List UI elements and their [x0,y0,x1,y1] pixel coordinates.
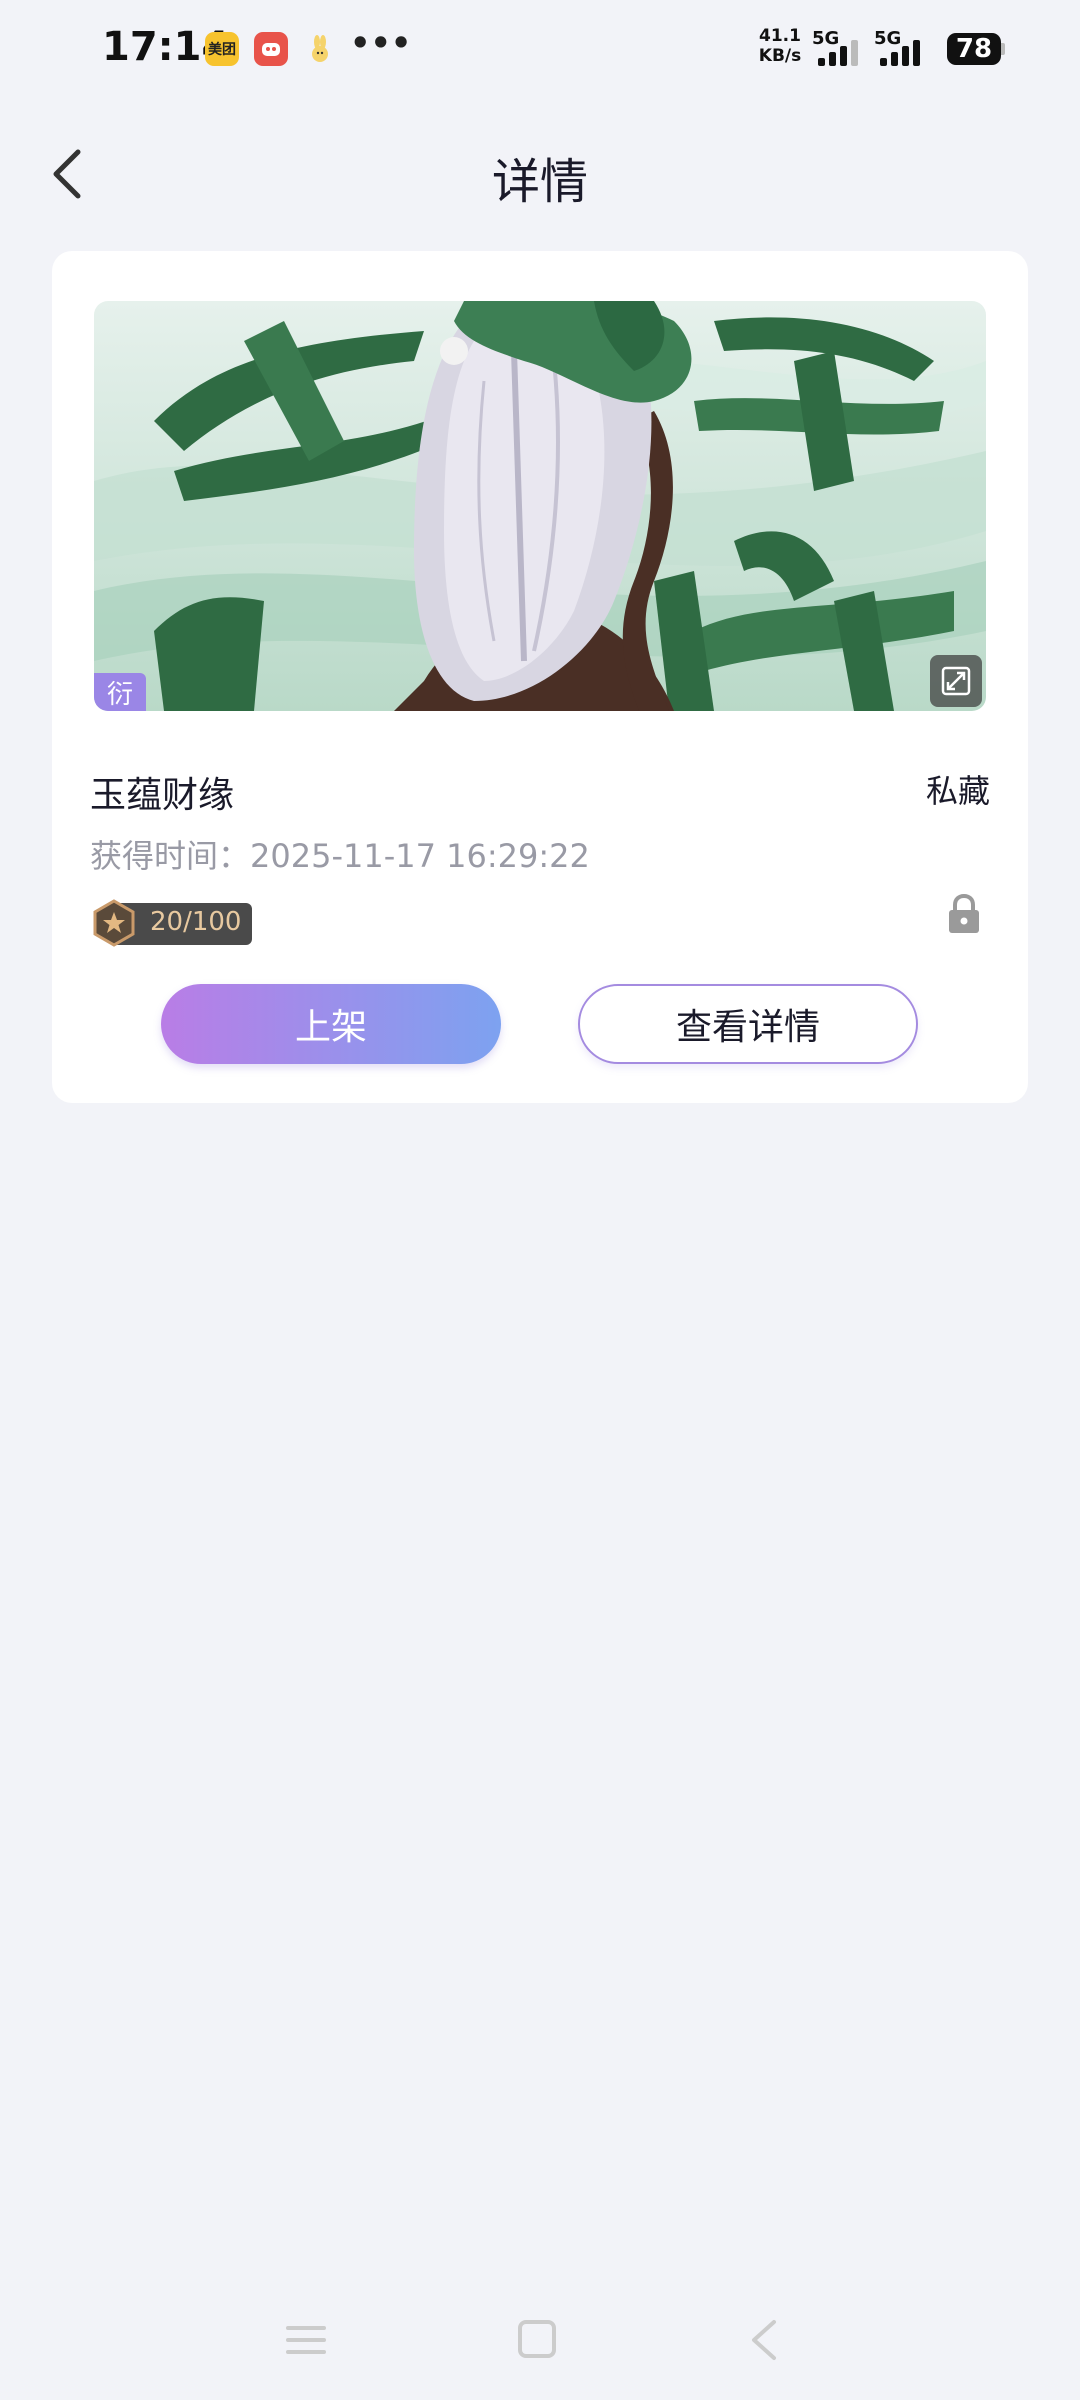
obtain-time-label: 获得时间： [90,837,251,875]
system-nav-bar [0,2300,1080,2400]
rabbit-app-icon [303,32,337,66]
signal-sim1-icon: 5G [812,28,872,68]
list-for-sale-button[interactable]: 上架 [161,984,501,1064]
page-title: 详情 [491,154,588,210]
progress-text: 20/100 [150,907,242,937]
collectible-image[interactable] [94,301,986,711]
battery-tip [1001,43,1005,55]
menu-icon [286,2326,326,2354]
nav-back-button[interactable] [748,2318,778,2362]
expand-image-button[interactable] [930,655,982,707]
nav-menu-button[interactable] [286,2320,326,2360]
red-app-icon [254,32,288,66]
visibility-label[interactable]: 私藏 [926,766,990,812]
meituan-app-icon: 美团 [205,32,239,66]
obtain-time-value: 2025-11-17 16:29:22 [250,837,590,875]
nav-back-icon [752,2320,776,2360]
collectible-name: 玉蕴财缘 [90,775,235,816]
net-speed-value: 41.1 [759,26,801,46]
derivative-tag: 衍 [94,673,146,711]
net-speed-unit: KB/s [758,46,802,66]
progress-badge: 20/100 [92,899,252,947]
obtain-time: 获得时间：2025-11-17 16:29:22 [90,831,590,877]
net-speed: 41.1 KB/s [752,26,808,66]
nav-home-button[interactable] [518,2320,556,2358]
star-hexagon-icon [93,899,135,947]
more-notifications-icon: ••• [350,24,412,62]
signal-sim2-icon: 5G [874,28,934,68]
lock-icon[interactable] [946,893,982,935]
expand-icon [941,666,971,696]
collectible-card: 衍 玉蕴财缘 私藏 获得时间：2025-11-17 16:29:22 20/10… [52,251,1028,1103]
battery-icon: 78 [947,33,1001,65]
view-details-button[interactable]: 查看详情 [578,984,918,1064]
status-bar: 17:14 美团 ••• 41.1 KB/s 5G 5G 78 [0,0,1080,100]
